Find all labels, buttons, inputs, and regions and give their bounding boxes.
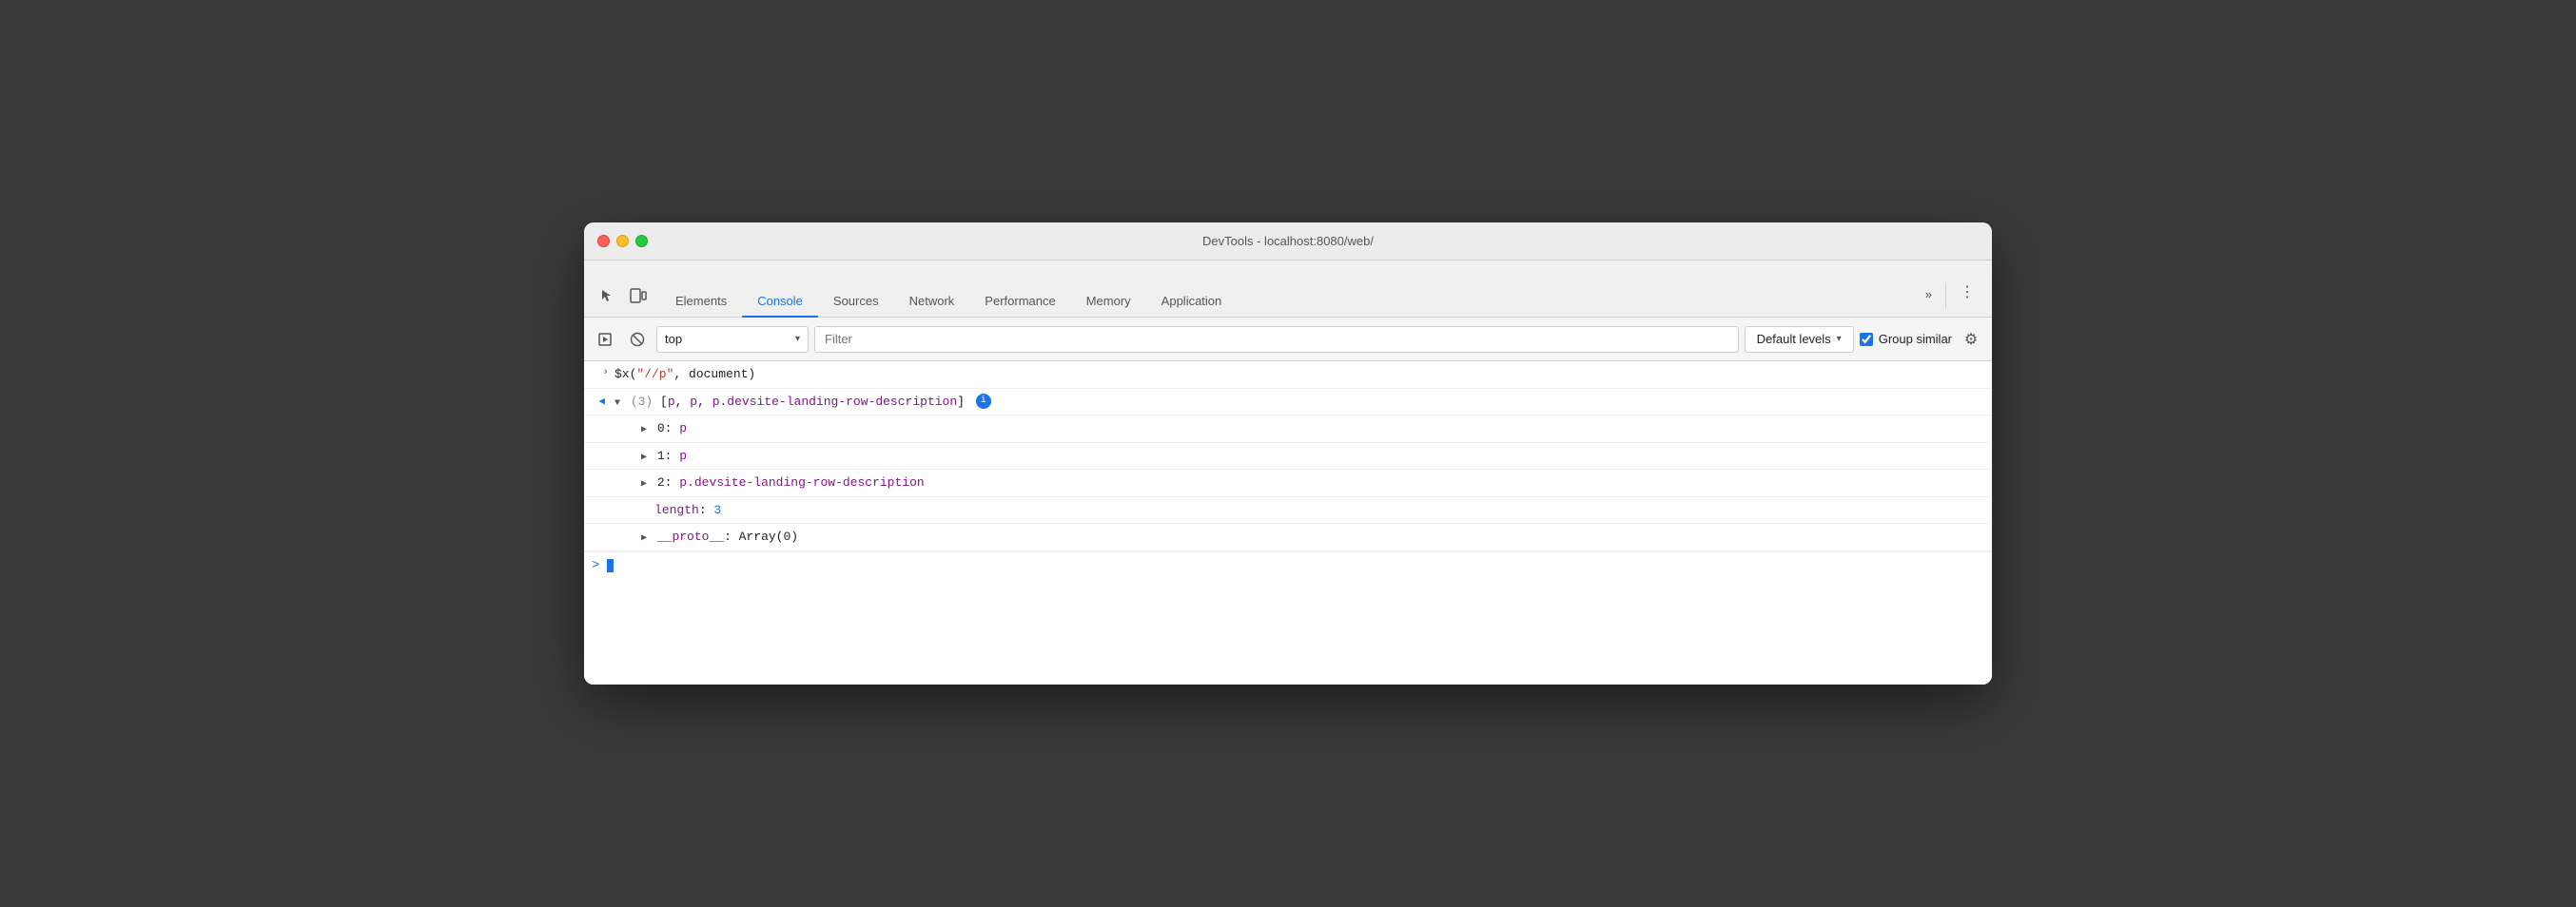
comma-2: ,	[697, 395, 712, 409]
nav-tabs-bar: Elements Console Sources Network Perform…	[584, 261, 1992, 318]
array-item-0: p	[668, 395, 675, 409]
context-value: top	[665, 332, 790, 346]
child-1-content: ▶ 1: p	[641, 447, 1984, 466]
child-1-value: p	[679, 449, 687, 463]
array-child-1: ▶ 1: p	[584, 443, 1992, 471]
proto-value: Array(0)	[739, 530, 798, 544]
info-badge[interactable]: i	[976, 394, 991, 409]
collapse-arrow[interactable]: ▼	[615, 396, 620, 411]
child-0-index: 0:	[657, 421, 679, 435]
context-arrow-icon: ▾	[795, 334, 800, 344]
group-similar-label: Group similar	[1879, 332, 1952, 346]
result-gutter: ◀	[588, 393, 615, 408]
child-2-gutter	[615, 473, 641, 475]
levels-arrow-icon: ▾	[1837, 334, 1842, 344]
tab-sources[interactable]: Sources	[818, 286, 894, 318]
child-0-value: p	[679, 421, 687, 435]
clear-console-button[interactable]	[624, 326, 651, 353]
tab-memory[interactable]: Memory	[1071, 286, 1146, 318]
more-tabs-button[interactable]: »	[1916, 280, 1942, 309]
traffic-lights	[597, 235, 648, 247]
tab-elements[interactable]: Elements	[660, 286, 742, 318]
array-child-0: ▶ 0: p	[584, 415, 1992, 443]
devtools-window: DevTools - localhost:8080/web/ Elements	[584, 222, 1992, 685]
tab-console[interactable]: Console	[742, 286, 818, 318]
console-result-line: ◀ ▼ (3) [p, p, p.devsite-landing-row-des…	[584, 389, 1992, 416]
child-0-expand[interactable]: ▶	[641, 423, 647, 437]
device-toggle-button[interactable]	[624, 282, 653, 309]
minimize-button[interactable]	[616, 235, 629, 247]
run-script-button[interactable]	[592, 326, 618, 353]
array-count: (3)	[631, 395, 660, 409]
input-arrow: ›	[602, 367, 609, 378]
length-colon: :	[699, 503, 714, 517]
input-gutter: ›	[588, 365, 615, 378]
result-content: ▼ (3) [p, p, p.devsite-landing-row-descr…	[615, 393, 1984, 412]
child-2-content: ▶ 2: p.devsite-landing-row-description	[641, 473, 1984, 492]
child-2-index: 2:	[657, 475, 679, 490]
nav-settings-button[interactable]: ⋮	[1950, 275, 1984, 309]
levels-label: Default levels	[1757, 332, 1831, 346]
child-1-expand[interactable]: ▶	[641, 451, 647, 465]
tab-performance[interactable]: Performance	[969, 286, 1070, 318]
length-gutter	[615, 501, 641, 503]
console-prompt-line[interactable]: >	[584, 551, 1992, 579]
child-1-index: 1:	[657, 449, 679, 463]
array-item-2: p.devsite-landing-row-description	[712, 395, 957, 409]
child-0-gutter	[615, 419, 641, 421]
group-similar-checkbox[interactable]	[1860, 333, 1873, 346]
levels-dropdown[interactable]: Default levels ▾	[1745, 326, 1854, 353]
comma-1: ,	[675, 395, 691, 409]
console-input-line: › $x("//p", document)	[584, 361, 1992, 389]
length-key: length	[654, 503, 699, 517]
array-proto-line: ▶ __proto__: Array(0)	[584, 524, 1992, 551]
cursor-icon-button[interactable]	[592, 282, 620, 309]
array-item-1: p	[690, 395, 697, 409]
close-button[interactable]	[597, 235, 610, 247]
array-open-bracket: [	[660, 395, 668, 409]
child-1-gutter	[615, 447, 641, 449]
title-bar: DevTools - localhost:8080/web/	[584, 222, 1992, 261]
settings-gear-button[interactable]: ⚙	[1958, 326, 1984, 353]
proto-expand[interactable]: ▶	[641, 531, 647, 546]
array-child-2: ▶ 2: p.devsite-landing-row-description	[584, 470, 1992, 497]
child-0-content: ▶ 0: p	[641, 419, 1984, 438]
nav-separator	[1945, 282, 1946, 309]
proto-colon: :	[724, 530, 739, 544]
array-length-line: length: 3	[584, 497, 1992, 525]
length-value: 3	[713, 503, 721, 517]
filter-input[interactable]	[814, 326, 1739, 353]
context-selector[interactable]: top ▾	[656, 326, 809, 353]
proto-key: __proto__	[657, 530, 724, 544]
maximize-button[interactable]	[635, 235, 648, 247]
proto-content: ▶ __proto__: Array(0)	[641, 528, 1984, 547]
child-2-value: p.devsite-landing-row-description	[679, 475, 924, 490]
console-output: › $x("//p", document) ◀ ▼ (3) [p, p, p.d…	[584, 361, 1992, 685]
length-content: length: 3	[641, 501, 1984, 520]
input-content: $x("//p", document)	[615, 365, 1984, 384]
devtools-panel: Elements Console Sources Network Perform…	[584, 261, 1992, 685]
prompt-cursor	[607, 559, 614, 572]
tab-network[interactable]: Network	[894, 286, 970, 318]
nav-left-icons	[592, 282, 660, 317]
back-arrow-icon: ◀	[598, 395, 605, 408]
group-similar-control: Group similar	[1860, 332, 1952, 346]
child-2-expand[interactable]: ▶	[641, 477, 647, 492]
gear-icon: ⚙	[1964, 330, 1978, 349]
tab-application[interactable]: Application	[1146, 286, 1238, 318]
window-title: DevTools - localhost:8080/web/	[1202, 234, 1374, 248]
prompt-arrow: >	[592, 558, 599, 573]
console-toolbar: top ▾ Default levels ▾ Group similar ⚙	[584, 318, 1992, 361]
array-close-bracket: ]	[957, 395, 965, 409]
proto-gutter	[615, 528, 641, 530]
